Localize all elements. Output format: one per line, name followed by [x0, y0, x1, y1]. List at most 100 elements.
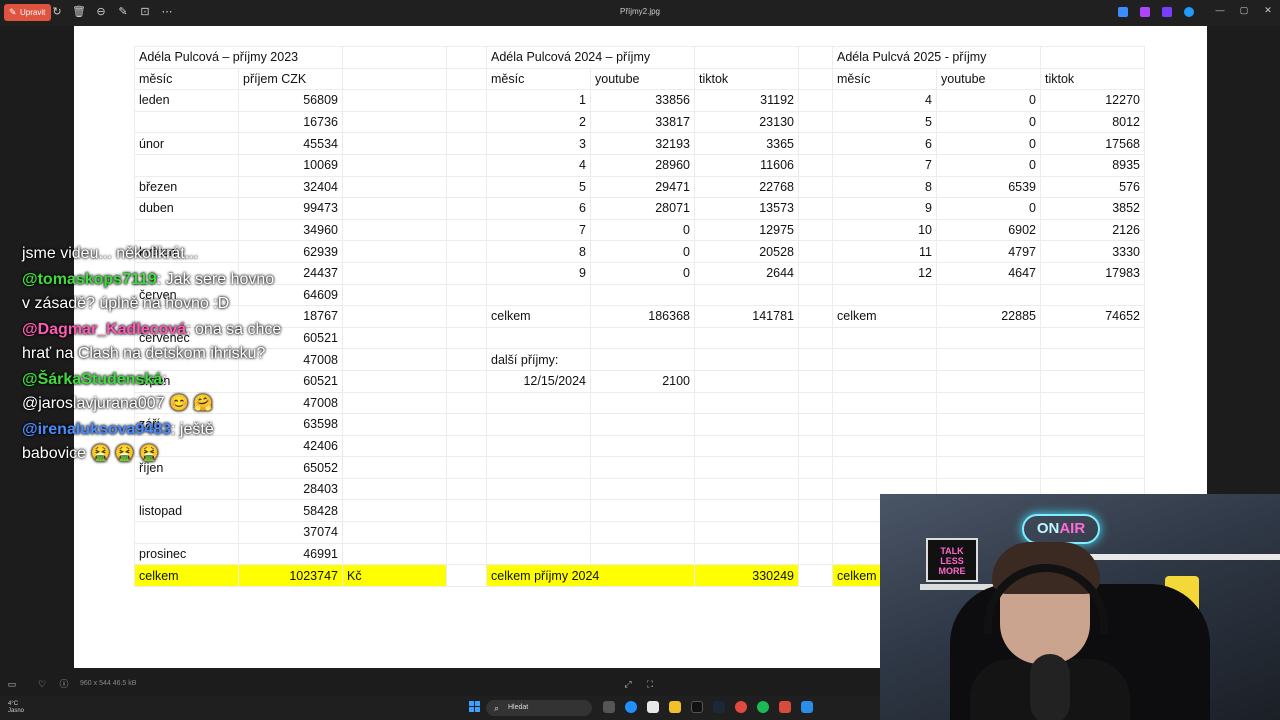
- tiktok-2025-cell: 2126: [1040, 218, 1145, 242]
- spotify-icon[interactable]: [757, 701, 769, 713]
- favorite-icon[interactable]: ⊖: [94, 5, 108, 19]
- youtube-2025-cell: [936, 391, 1041, 415]
- empty-cell: [798, 175, 833, 199]
- wall-shelf: [1090, 554, 1280, 560]
- empty-cell: [446, 89, 487, 112]
- empty-cell: [798, 477, 833, 501]
- gallery-icon[interactable]: ⊡: [138, 5, 152, 19]
- chat-message: jsme videu... několikrát...: [22, 242, 282, 266]
- weather-widget[interactable]: 4°C Jasno: [8, 701, 24, 715]
- tiktok-icon[interactable]: [691, 701, 703, 713]
- empty-cell: [342, 391, 447, 415]
- month-2025-cell: 5: [832, 110, 937, 134]
- tray-app-icon[interactable]: [1162, 7, 1172, 17]
- tiktok-2025-cell: [1040, 348, 1145, 371]
- empty-cell: [342, 110, 447, 134]
- heart-icon[interactable]: ♡: [36, 678, 48, 690]
- info-icon[interactable]: ⓘ: [58, 678, 70, 690]
- chrome-icon[interactable]: [735, 701, 747, 713]
- total-2023-label: celkem: [134, 564, 239, 587]
- chat-username: @irenaluksova9483: [22, 421, 172, 438]
- taskbar: 4°C Jasno Hledat: [0, 696, 880, 720]
- income-2023-cell: 56809: [238, 89, 343, 112]
- col-header-tiktok: tiktok: [1040, 67, 1145, 91]
- youtube-2024-cell: 2100: [590, 369, 695, 393]
- month-2024-cell: [486, 456, 591, 479]
- start-button[interactable]: [469, 701, 481, 713]
- tray-app-icon[interactable]: [1118, 7, 1128, 17]
- tiktok-2024-cell: 12975: [694, 218, 799, 242]
- youtube-2025-cell: 0: [936, 153, 1041, 177]
- on-air-sign-air: AIR: [1059, 520, 1086, 537]
- edge-icon[interactable]: [625, 701, 637, 713]
- fit-icon[interactable]: ⤢: [622, 678, 634, 690]
- income-2023-cell: 46991: [238, 542, 343, 566]
- photos-icon[interactable]: [801, 701, 813, 713]
- tray-app-icon[interactable]: [1140, 7, 1150, 17]
- total-2024-label: celkem příjmy 2024: [486, 564, 695, 587]
- tiktok-2024-cell: 2644: [694, 261, 799, 285]
- onedrive-icon[interactable]: [1184, 7, 1194, 17]
- edit-button[interactable]: Upravit: [4, 4, 52, 21]
- month-2024-cell: [486, 413, 591, 436]
- taskbar-search[interactable]: Hledat: [486, 700, 592, 716]
- chat-message: @ŠárkaStudenská: @jaroslavjurana007 😊 🤗: [22, 368, 282, 416]
- crop-icon[interactable]: ✎: [116, 5, 130, 19]
- close-icon[interactable]: ✕: [1261, 5, 1275, 16]
- empty-cell: [798, 110, 833, 134]
- table-row: 34960 7 0 12975 10 6902 2126: [134, 218, 1145, 242]
- task-view-icon[interactable]: [603, 701, 615, 713]
- store-icon[interactable]: [647, 701, 659, 713]
- delete-icon[interactable]: 🗑: [72, 5, 86, 19]
- empty-cell: [798, 413, 833, 436]
- empty-cell: [446, 326, 487, 350]
- minimize-icon[interactable]: —: [1213, 5, 1227, 15]
- month-2024-cell: 5: [486, 175, 591, 199]
- tiktok-2024-cell: [694, 326, 799, 350]
- empty-cell: [798, 153, 833, 177]
- tiktok-2025-cell: [1040, 456, 1145, 479]
- month-2024-cell: [486, 391, 591, 415]
- youtube-2025-cell: 4647: [936, 261, 1041, 285]
- empty-cell: [342, 499, 447, 523]
- youtube-2024-cell: 28071: [590, 197, 695, 220]
- empty-cell: [342, 89, 447, 112]
- app-icon[interactable]: [779, 701, 791, 713]
- empty-cell: [342, 283, 447, 307]
- month-2025-cell: 11: [832, 240, 937, 263]
- youtube-2025-cell: [936, 369, 1041, 393]
- month-2023-cell: [134, 153, 239, 177]
- empty-cell: [446, 305, 487, 328]
- tiktok-2025-cell: [1040, 391, 1145, 415]
- youtube-2024-cell: [590, 326, 695, 350]
- month-2025-cell: [832, 391, 937, 415]
- fullscreen-icon[interactable]: ⛶: [644, 678, 656, 690]
- empty-cell: [446, 521, 487, 544]
- empty-cell: [446, 499, 487, 523]
- youtube-2024-cell: 28960: [590, 153, 695, 177]
- table-row: 24437 9 0 2644 12 4647 17983: [134, 261, 1145, 285]
- empty-cell: [798, 218, 833, 242]
- month-2024-cell: [486, 477, 591, 501]
- empty-cell: [798, 434, 833, 458]
- empty-cell: [798, 240, 833, 263]
- table-row: 10069 4 28960 11606 7 0 8935: [134, 153, 1145, 177]
- youtube-2025-cell: 0: [936, 110, 1041, 134]
- rotate-icon[interactable]: ↻: [50, 5, 64, 19]
- empty-cell: [798, 89, 833, 112]
- empty-cell: [342, 369, 447, 393]
- empty-cell: [342, 521, 447, 544]
- empty-cell: [798, 197, 833, 220]
- youtube-2025-cell: 6902: [936, 218, 1041, 242]
- more-icon[interactable]: ⋯: [160, 5, 174, 19]
- youtube-2024-cell: 0: [590, 218, 695, 242]
- viewer-toolbar: Upravit ↻ 🗑 ⊖ ✎ ⊡ ⋯ Příjmy2.jpg — ▢ ✕: [0, 0, 1280, 26]
- filmstrip-icon[interactable]: ▭: [6, 678, 18, 690]
- maximize-icon[interactable]: ▢: [1237, 5, 1251, 16]
- steam-icon[interactable]: [713, 701, 725, 713]
- file-explorer-icon[interactable]: [669, 701, 681, 713]
- youtube-2025-cell: [936, 434, 1041, 458]
- table-title-2025: Adéla Pulcvá 2025 - příjmy: [832, 46, 1041, 69]
- month-2025-cell: celkem: [832, 305, 937, 328]
- youtube-2024-cell: [590, 499, 695, 523]
